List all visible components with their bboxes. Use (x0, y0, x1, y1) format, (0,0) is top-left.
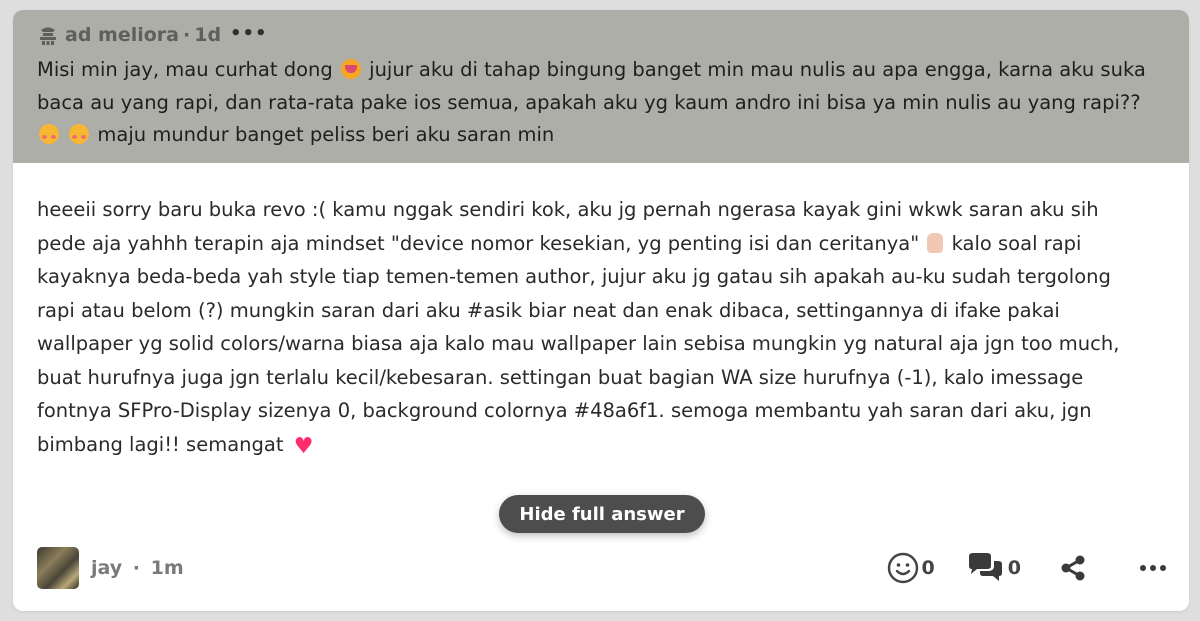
post-actions: 0 0 (887, 552, 1167, 584)
woozy-face-emoji-icon (69, 124, 90, 144)
question-time: 1d (194, 24, 222, 46)
answer-author-meta: jay · 1m (91, 557, 184, 579)
reactions-count: 0 (921, 557, 935, 579)
crying-face-emoji-icon (340, 59, 361, 79)
more-options-button[interactable] (1139, 564, 1167, 572)
woozy-face-emoji-icon (39, 124, 59, 144)
heart-emoji-icon: ♥ (293, 433, 314, 459)
question-author[interactable]: ad meliora (65, 24, 179, 46)
comments-count: 0 (1007, 557, 1021, 579)
question-section: ad meliora · 1d ••• Misi min jay, mau cu… (13, 10, 1189, 163)
answer-text: heeeii sorry baru buka revo :( kamu ngga… (13, 163, 1163, 463)
answer-author[interactable]: jay (91, 557, 122, 579)
meta-separator: · (132, 557, 140, 579)
share-icon (1059, 554, 1087, 582)
thumbs-up-emoji-icon (927, 232, 944, 253)
answer-time: 1m (150, 557, 184, 579)
share-button[interactable] (1059, 554, 1087, 582)
post-footer: jay · 1m 0 0 (37, 546, 1167, 590)
avatar[interactable] (37, 547, 79, 589)
question-text-part1: Misi min jay, mau curhat dong (37, 58, 333, 81)
question-more-icon[interactable]: ••• (230, 23, 268, 44)
question-text: Misi min jay, mau curhat dong jujur aku … (37, 54, 1167, 152)
question-text-part3: maju mundur banget peliss beri aku saran… (97, 123, 555, 146)
react-button[interactable]: 0 (887, 552, 935, 584)
comments-button[interactable]: 0 (965, 552, 1021, 584)
question-meta: ad meliora · 1d ••• (37, 22, 1167, 48)
comments-icon (965, 552, 1005, 584)
meta-separator: · (183, 24, 191, 46)
post-card: ad meliora · 1d ••• Misi min jay, mau cu… (13, 10, 1189, 611)
answer-text-part2: kalo soal rapi kayaknya beda-beda yah st… (37, 231, 1120, 456)
smiley-icon (887, 552, 919, 584)
anonymous-icon (37, 24, 59, 46)
more-icon (1139, 564, 1167, 572)
hide-full-answer-button[interactable]: Hide full answer (499, 495, 705, 533)
